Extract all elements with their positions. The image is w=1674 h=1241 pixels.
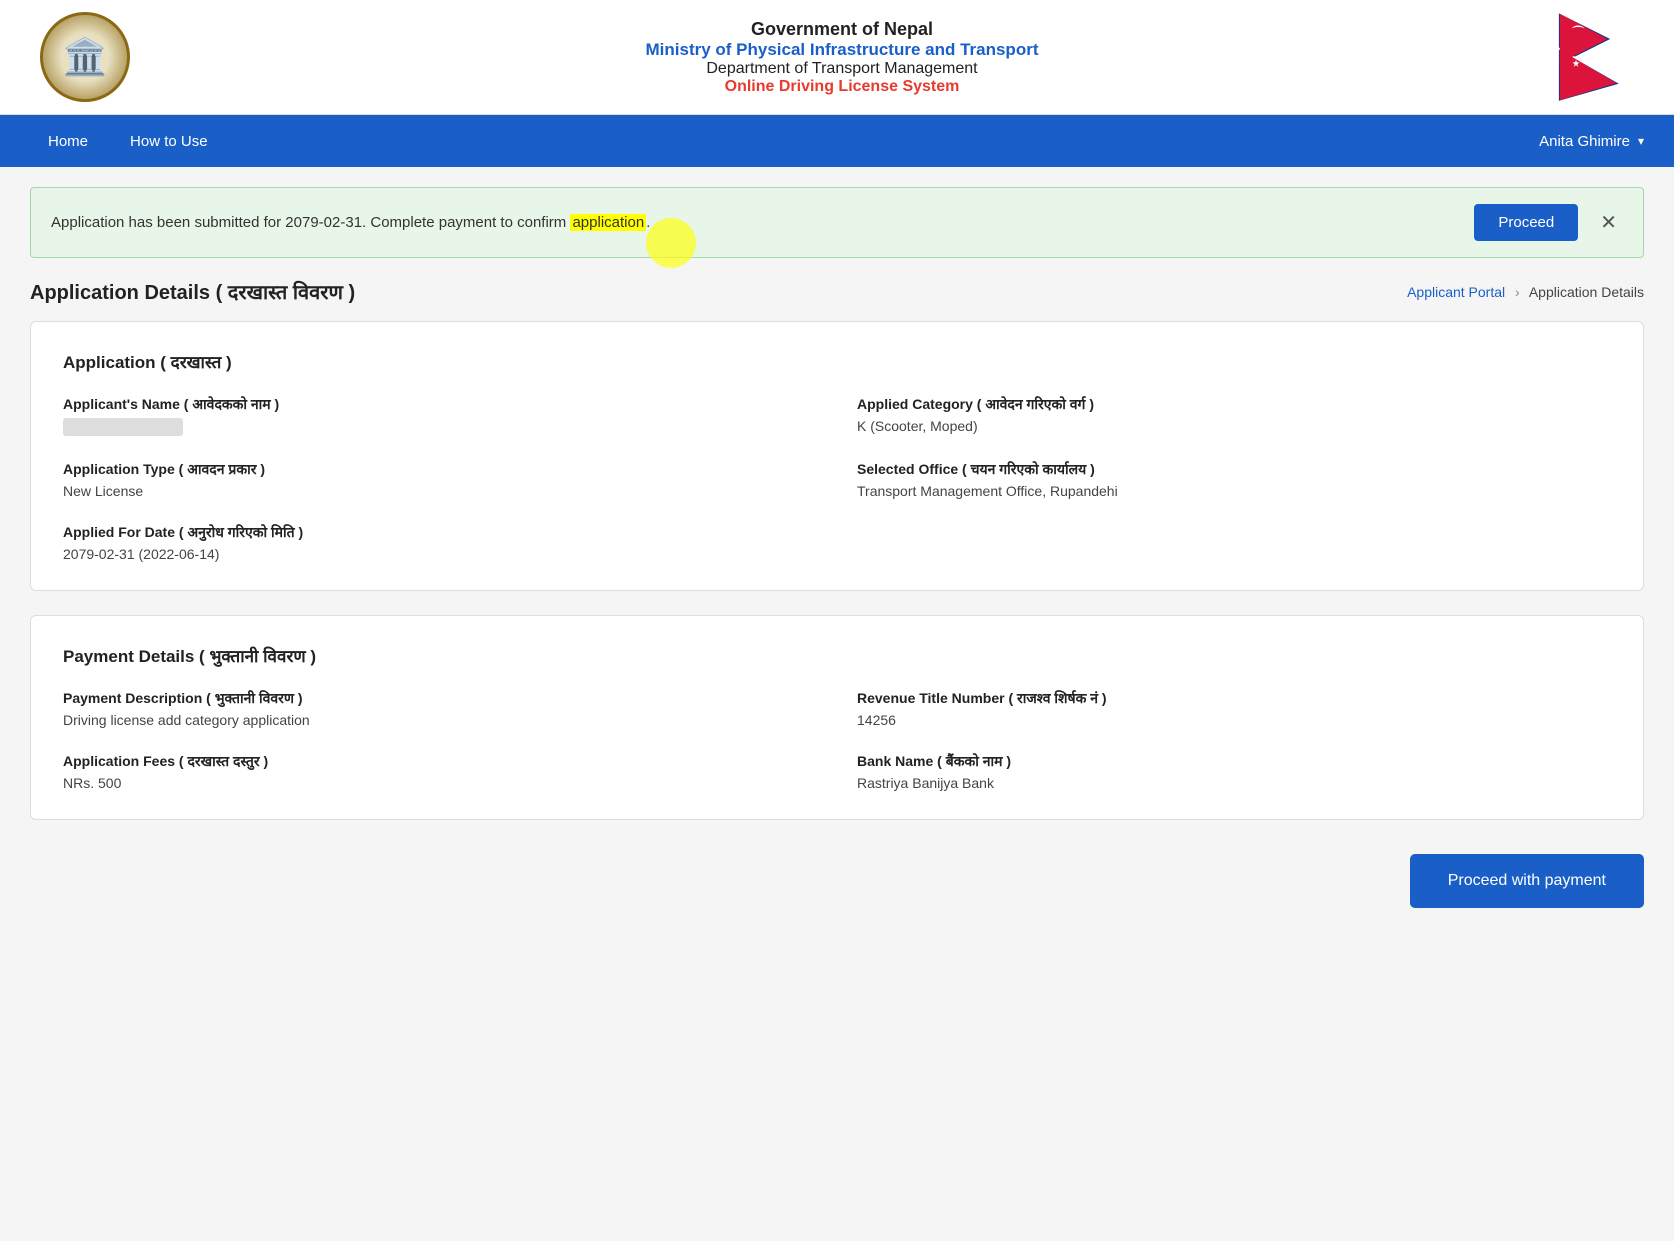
selected-office-label: Selected Office ( चयन गरिएको कार्यालय ) bbox=[857, 460, 1611, 479]
page-title: Application Details ( दरखास्त विवरण ) bbox=[30, 278, 355, 305]
navbar: Home How to Use Anita Ghimire ▾ bbox=[0, 115, 1674, 167]
payment-description-label: Payment Description ( भुक्तानी विवरण ) bbox=[63, 689, 817, 708]
title-system: Online Driving License System bbox=[130, 78, 1554, 96]
applicant-name-value-blurred bbox=[63, 418, 183, 436]
nav-home[interactable]: Home bbox=[30, 119, 106, 164]
application-section-title: Application ( दरखास्त ) bbox=[63, 350, 1611, 373]
empty-field bbox=[857, 523, 1611, 562]
alert-banner: Application has been submitted for 2079-… bbox=[30, 187, 1644, 258]
header-title-block: Government of Nepal Ministry of Physical… bbox=[130, 19, 1554, 96]
alert-close-button[interactable]: ✕ bbox=[1594, 208, 1623, 237]
payment-section-title: Payment Details ( भुक्तानी विवरण ) bbox=[63, 644, 1611, 667]
alert-message-after: . bbox=[646, 214, 650, 231]
application-type-value: New License bbox=[63, 483, 817, 499]
applied-date-field: Applied For Date ( अनुरोध गरिएको मिति ) … bbox=[63, 523, 817, 562]
revenue-title-label: Revenue Title Number ( राजश्व शिर्षक नं … bbox=[857, 689, 1611, 708]
selected-office-value: Transport Management Office, Rupandehi bbox=[857, 483, 1611, 499]
title-dept: Department of Transport Management bbox=[130, 60, 1554, 78]
revenue-title-field: Revenue Title Number ( राजश्व शिर्षक नं … bbox=[857, 689, 1611, 728]
payment-description-value: Driving license add category application bbox=[63, 712, 817, 728]
application-type-label: Application Type ( आवदन प्रकार ) bbox=[63, 460, 817, 479]
application-fees-field: Application Fees ( दरखास्त दस्तुर ) NRs.… bbox=[63, 752, 817, 791]
payment-description-field: Payment Description ( भुक्तानी विवरण ) D… bbox=[63, 689, 817, 728]
bank-name-label: Bank Name ( बैंकको नाम ) bbox=[857, 752, 1611, 771]
bottom-actions: Proceed with payment bbox=[0, 844, 1674, 948]
application-fields-grid: Applicant's Name ( आवेदकको नाम ) Applied… bbox=[63, 395, 1611, 562]
proceed-payment-button[interactable]: Proceed with payment bbox=[1410, 854, 1644, 908]
nav-how-to-use[interactable]: How to Use bbox=[112, 119, 226, 164]
user-dropdown-arrow: ▾ bbox=[1638, 134, 1644, 148]
revenue-title-value: 14256 bbox=[857, 712, 1611, 728]
application-details-card: Application ( दरखास्त ) Applicant's Name… bbox=[30, 321, 1644, 591]
page-heading-row: Application Details ( दरखास्त विवरण ) Ap… bbox=[30, 278, 1644, 305]
breadcrumb-separator: › bbox=[1515, 284, 1520, 300]
applied-date-value: 2079-02-31 (2022-06-14) bbox=[63, 546, 817, 562]
navbar-links: Home How to Use bbox=[30, 119, 226, 164]
page-header: 🏛️ Government of Nepal Ministry of Physi… bbox=[0, 0, 1674, 115]
alert-proceed-button[interactable]: Proceed bbox=[1474, 204, 1578, 241]
application-fees-value: NRs. 500 bbox=[63, 775, 817, 791]
payment-details-card: Payment Details ( भुक्तानी विवरण ) Payme… bbox=[30, 615, 1644, 820]
payment-fields-grid: Payment Description ( भुक्तानी विवरण ) D… bbox=[63, 689, 1611, 791]
title-ministry: Ministry of Physical Infrastructure and … bbox=[130, 40, 1554, 60]
government-emblem: 🏛️ bbox=[40, 12, 130, 102]
application-type-field: Application Type ( आवदन प्रकार ) New Lic… bbox=[63, 460, 817, 499]
application-fees-label: Application Fees ( दरखास्त दस्तुर ) bbox=[63, 752, 817, 771]
breadcrumb-current: Application Details bbox=[1529, 284, 1644, 300]
applicant-name-field: Applicant's Name ( आवेदकको नाम ) bbox=[63, 395, 817, 436]
bank-name-value: Rastriya Banijya Bank bbox=[857, 775, 1611, 791]
alert-message: Application has been submitted for 2079-… bbox=[51, 214, 1474, 231]
applied-date-label: Applied For Date ( अनुरोध गरिएको मिति ) bbox=[63, 523, 817, 542]
user-name: Anita Ghimire bbox=[1539, 133, 1630, 150]
alert-message-before: Application has been submitted for 2079-… bbox=[51, 214, 570, 231]
alert-actions: Proceed ✕ bbox=[1474, 204, 1623, 241]
alert-highlight: application bbox=[570, 214, 646, 231]
applied-category-label: Applied Category ( आवेदन गरिएको वर्ग ) bbox=[857, 395, 1611, 414]
nepal-flag bbox=[1554, 12, 1634, 102]
applied-category-field: Applied Category ( आवेदन गरिएको वर्ग ) K… bbox=[857, 395, 1611, 436]
breadcrumb-link[interactable]: Applicant Portal bbox=[1407, 284, 1505, 300]
breadcrumb: Applicant Portal › Application Details bbox=[1407, 284, 1644, 300]
selected-office-field: Selected Office ( चयन गरिएको कार्यालय ) … bbox=[857, 460, 1611, 499]
user-menu[interactable]: Anita Ghimire ▾ bbox=[1539, 133, 1644, 150]
title-main: Government of Nepal bbox=[130, 19, 1554, 40]
bank-name-field: Bank Name ( बैंकको नाम ) Rastriya Banijy… bbox=[857, 752, 1611, 791]
applied-category-value: K (Scooter, Moped) bbox=[857, 418, 1611, 434]
applicant-name-label: Applicant's Name ( आवेदकको नाम ) bbox=[63, 395, 817, 414]
